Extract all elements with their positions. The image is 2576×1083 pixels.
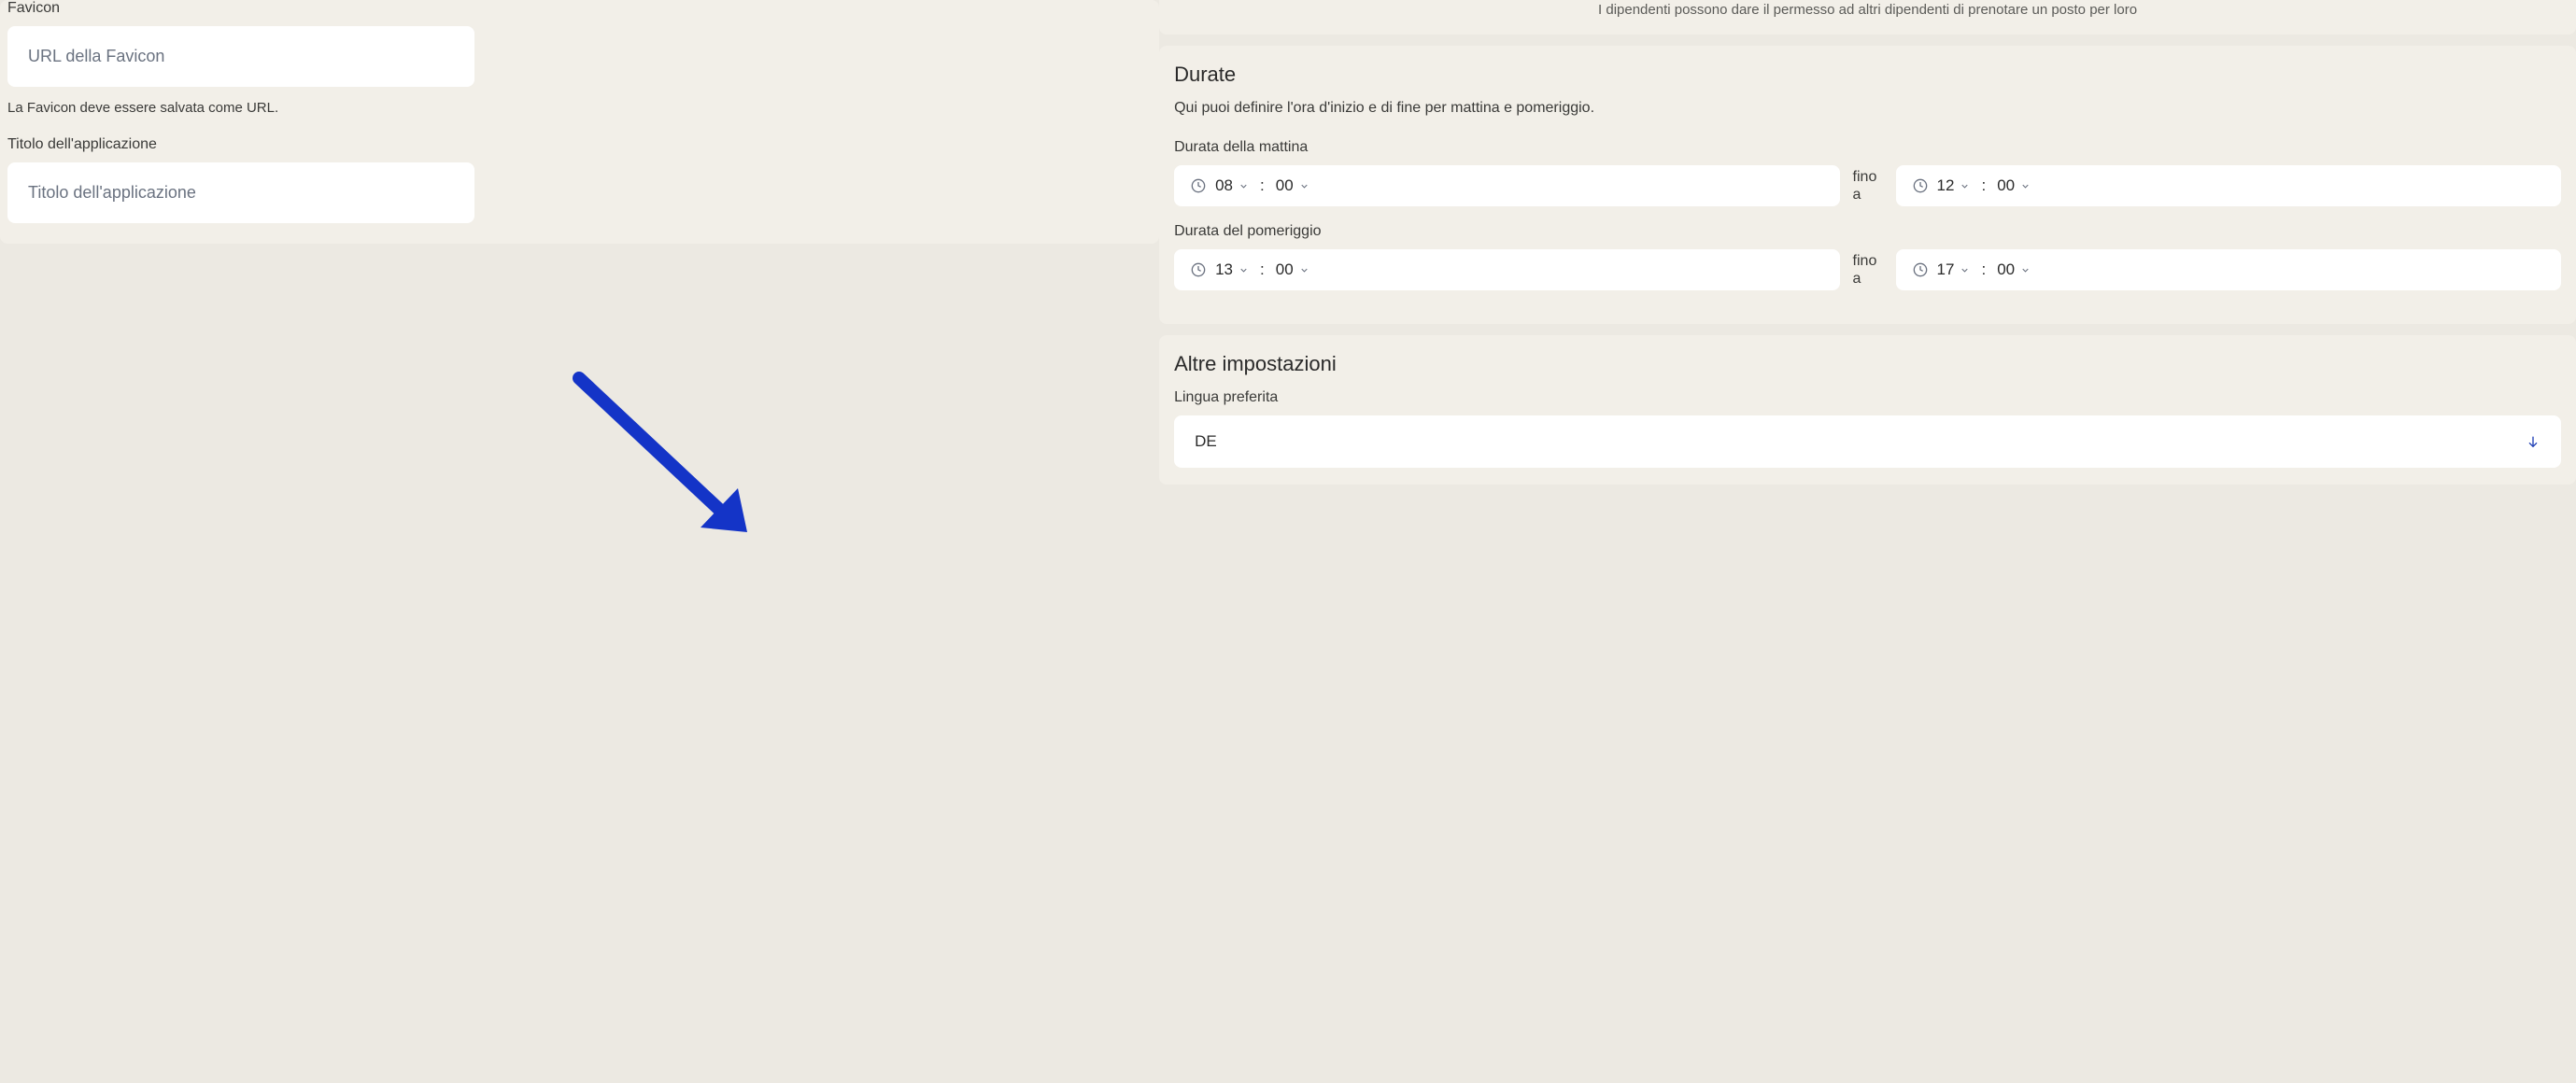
clock-icon — [1913, 262, 1928, 277]
favicon-url-input[interactable] — [7, 26, 474, 87]
morning-end-hour-select[interactable]: 12 — [1937, 176, 1971, 195]
morning-start-time-picker[interactable]: 08 : 00 — [1174, 165, 1839, 206]
durations-panel: Durate Qui puoi definire l'ora d'inizio … — [1159, 46, 2576, 324]
arrow-down-icon — [2526, 434, 2541, 449]
permission-description: I dipendenti possono dare il permesso ad… — [1176, 0, 2559, 18]
other-settings-title: Altre impostazioni — [1174, 352, 2561, 376]
favicon-label: Favicon — [7, 0, 1152, 17]
afternoon-start-time-picker[interactable]: 13 : 00 — [1174, 249, 1839, 290]
app-title-input[interactable] — [7, 162, 474, 223]
time-colon: : — [1258, 176, 1267, 195]
favicon-help-text: La Favicon deve essere salvata come URL. — [7, 100, 1152, 116]
afternoon-end-time-picker[interactable]: 17 : 00 — [1896, 249, 2561, 290]
chevron-down-icon — [1960, 181, 1970, 191]
time-colon: : — [1258, 260, 1267, 279]
language-label: Lingua preferita — [1174, 389, 2561, 406]
morning-start-min-select[interactable]: 00 — [1276, 176, 1309, 195]
afternoon-end-hour-select[interactable]: 17 — [1937, 260, 1971, 279]
morning-duration-label: Durata della mattina — [1174, 139, 2561, 156]
chevron-down-icon — [2020, 265, 2031, 275]
durations-description: Qui puoi definire l'ora d'inizio e di fi… — [1174, 100, 2561, 117]
time-separator-label: fino a — [1853, 252, 1883, 288]
afternoon-start-min-select[interactable]: 00 — [1276, 260, 1309, 279]
morning-end-time-picker[interactable]: 12 : 00 — [1896, 165, 2561, 206]
chevron-down-icon — [1299, 181, 1309, 191]
clock-icon — [1191, 262, 1206, 277]
clock-icon — [1913, 178, 1928, 193]
language-value: DE — [1195, 432, 1217, 451]
morning-end-min-select[interactable]: 00 — [1997, 176, 2031, 195]
morning-start-hour-select[interactable]: 08 — [1215, 176, 1249, 195]
time-colon: : — [1979, 260, 1988, 279]
app-title-label: Titolo dell'applicazione — [7, 136, 1152, 153]
afternoon-duration-label: Durata del pomeriggio — [1174, 223, 2561, 240]
other-settings-panel: Altre impostazioni Lingua preferita DE — [1159, 335, 2576, 485]
clock-icon — [1191, 178, 1206, 193]
chevron-down-icon — [1299, 265, 1309, 275]
afternoon-end-min-select[interactable]: 00 — [1997, 260, 2031, 279]
time-colon: : — [1979, 176, 1988, 195]
afternoon-start-hour-select[interactable]: 13 — [1215, 260, 1249, 279]
language-select[interactable]: DE — [1174, 415, 2561, 468]
chevron-down-icon — [1960, 265, 1970, 275]
chevron-down-icon — [1238, 181, 1249, 191]
chevron-down-icon — [2020, 181, 2031, 191]
durations-title: Durate — [1174, 63, 2561, 87]
chevron-down-icon — [1238, 265, 1249, 275]
time-separator-label: fino a — [1853, 168, 1883, 204]
